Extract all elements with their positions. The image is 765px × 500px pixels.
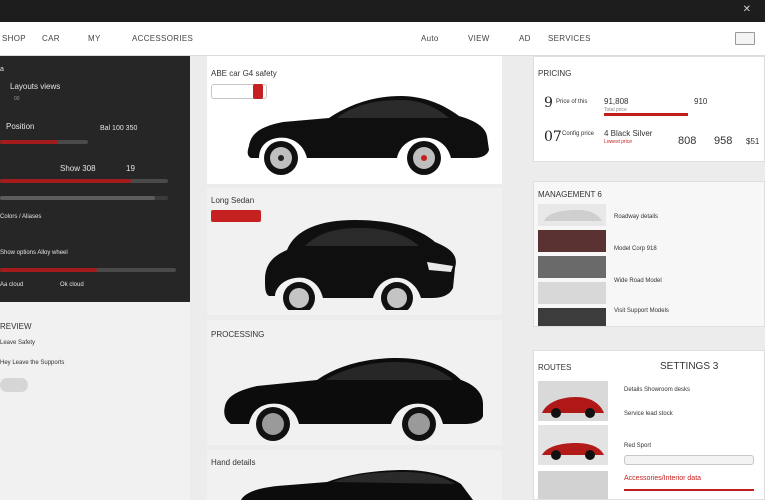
car-image (259, 210, 489, 310)
sidebar-row-label: Aa cloud (0, 282, 24, 288)
pricing-right: 958 (714, 135, 733, 147)
car-image (237, 76, 499, 180)
nav-item-services[interactable]: SERVICES (548, 34, 591, 43)
select-button[interactable] (211, 210, 261, 222)
car-image (237, 468, 477, 500)
routes-item[interactable]: Service lead stock (624, 411, 673, 417)
thumbnail[interactable] (538, 308, 606, 326)
car-card-label: Long Sedan (211, 196, 255, 205)
pricing-big: 9 (544, 95, 553, 111)
sidebar-marker: a (0, 66, 4, 73)
sidebar-slider[interactable] (0, 268, 176, 272)
sidebar-row-label: Show 308 (60, 164, 96, 173)
nav-item-auto[interactable]: Auto (421, 34, 439, 43)
sidebar-slider[interactable] (0, 179, 168, 183)
thumbnail[interactable] (538, 256, 606, 278)
sidebar-row-label: Colors / Aliases (0, 214, 42, 220)
sidebar-row-value: 19 (126, 164, 135, 173)
review-panel: REVIEW Leave Safety Hey Leave the Suppor… (0, 302, 190, 500)
nav-item-ad[interactable]: AD (519, 34, 531, 43)
thumbnail[interactable] (538, 381, 608, 421)
routes-item[interactable]: Accessories/Interior data (624, 475, 701, 482)
nav-item-car[interactable]: CAR (42, 34, 60, 43)
car-card-label: PROCESSING (211, 330, 265, 339)
sidebar-panel: a Layouts views 00 Position Bal 100 350 … (0, 56, 190, 302)
car-card[interactable]: ABE car G4 safety (207, 56, 502, 184)
pricing-panel: PRICING 9 Price of this 91,808 Total pri… (533, 56, 765, 162)
thumbnail[interactable] (538, 204, 606, 226)
pricing-mid: 91,808 (604, 97, 629, 106)
car-svg (224, 358, 483, 441)
sidebar-title: Layouts views (10, 82, 61, 91)
management-item[interactable]: Wide Road Model (614, 278, 662, 284)
routes-bar (624, 489, 754, 491)
management-item[interactable]: Visit Support Models (614, 308, 669, 314)
car-card-label: Hand details (211, 458, 256, 467)
routes-item[interactable]: Red Sport (624, 443, 651, 449)
top-nav: SHOP CAR MY ACCESSORIES Auto VIEW AD SER… (0, 22, 765, 56)
routes-item[interactable]: Details Showroom desks (624, 387, 690, 393)
thumbnail[interactable] (538, 230, 606, 252)
car-svg (241, 470, 473, 500)
car-svg (247, 96, 489, 175)
pricing-right: $51 (746, 137, 760, 146)
thumbnail[interactable] (538, 471, 608, 499)
sidebar-slider[interactable] (0, 196, 168, 200)
thumbnail[interactable] (538, 282, 606, 304)
search-box[interactable] (735, 32, 755, 45)
sidebar-row-label: Show options Alloy wheel (0, 250, 68, 256)
management-title: MANAGEMENT 6 (538, 190, 602, 199)
car-card[interactable]: Hand details (207, 450, 502, 500)
pricing-big: 07 (544, 129, 562, 145)
management-panel: MANAGEMENT 6 Roadway details Model Corp … (533, 181, 765, 327)
nav-item-view[interactable]: VIEW (468, 34, 490, 43)
review-title: REVIEW (0, 322, 32, 331)
window-titlebar: ✕ (0, 0, 765, 22)
pricing-right: 808 (678, 135, 697, 147)
car-image (221, 350, 491, 442)
slider-fill (0, 196, 155, 200)
sidebar-row-value: Ok cloud (60, 282, 84, 288)
car-thumb-svg (542, 397, 604, 418)
car-card[interactable]: PROCESSING (207, 320, 502, 445)
slider-fill (0, 268, 97, 272)
car-thumb-svg (542, 443, 604, 460)
nav-item-shop[interactable]: SHOP (2, 34, 26, 43)
review-line: Leave Safety (0, 340, 36, 346)
sidebar-row-label: Position (6, 122, 35, 131)
pricing-mid: 4 Black Silver (604, 129, 653, 138)
review-toggle[interactable] (0, 378, 28, 392)
sidebar-row-value: Bal 100 350 (100, 125, 138, 132)
settings-title: SETTINGS 3 (660, 361, 719, 372)
pricing-mid-label: Lowest price (604, 139, 633, 145)
thumbnail[interactable] (538, 425, 608, 465)
sidebar-slider[interactable] (0, 140, 88, 144)
slider-fill (0, 179, 132, 183)
routes-input[interactable] (624, 455, 754, 465)
close-icon[interactable]: ✕ (743, 4, 751, 15)
pricing-right: 910 (694, 97, 708, 106)
slider-fill (0, 140, 59, 144)
pricing-label: Price of this (556, 99, 588, 105)
car-card[interactable]: Long Sedan (207, 188, 502, 315)
car-svg (265, 220, 456, 310)
nav-item-accessories[interactable]: ACCESSORIES (132, 34, 193, 43)
pricing-title: PRICING (538, 69, 572, 78)
review-line: Hey Leave the Supports (0, 360, 65, 366)
routes-title: ROUTES (538, 363, 572, 372)
management-item[interactable]: Roadway details (614, 214, 658, 220)
management-item[interactable]: Model Corp 918 (614, 246, 657, 252)
sidebar-subvalue: 00 (14, 96, 20, 102)
nav-item-my[interactable]: MY (88, 34, 101, 43)
routes-panel: ROUTES SETTINGS 3 Details Showroom desks… (533, 350, 765, 500)
pricing-label: Config price (562, 131, 595, 137)
car-thumb-svg (544, 210, 602, 221)
pricing-bar (604, 113, 688, 116)
